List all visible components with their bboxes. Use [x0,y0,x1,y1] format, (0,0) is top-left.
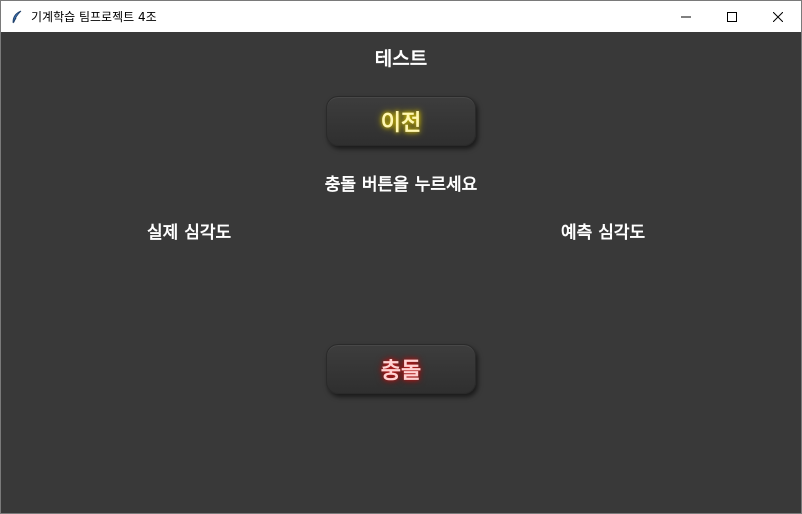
predicted-severity-label: 예측 심각도 [561,223,646,243]
title-bar[interactable]: 기계학습 팀프로젝트 4조 [1,1,801,32]
previous-button[interactable]: 이전 [326,96,476,146]
page-heading: 테스트 [374,48,428,70]
maximize-button[interactable] [709,1,755,32]
main-content: 테스트 이전 충돌 버튼을 누르세요 실제 심각도 예측 심각도 충돌 [1,32,801,513]
instruction-text: 충돌 버튼을 누르세요 [324,175,478,195]
close-button[interactable] [755,1,801,32]
window-title: 기계학습 팀프로젝트 4조 [31,10,157,24]
feather-icon [9,9,25,25]
app-window: 기계학습 팀프로젝트 4조 테스트 이전 충돌 버튼을 누르세요 실제 심각도 … [0,0,802,514]
minimize-button[interactable] [663,1,709,32]
actual-severity-label: 실제 심각도 [147,223,232,243]
collide-button[interactable]: 충돌 [326,344,476,394]
maximize-icon [727,7,737,26]
minimize-icon [681,7,691,26]
close-icon [772,7,784,26]
window-controls [663,1,801,32]
